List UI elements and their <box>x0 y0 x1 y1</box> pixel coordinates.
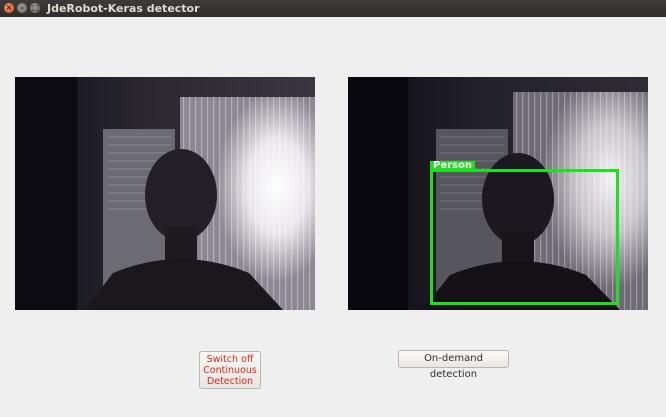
title-bar: × – □ JdeRobot-Keras detector <box>0 0 666 17</box>
switch-off-continuous-detection-button[interactable]: Switch off Continuous Detection <box>199 351 261 389</box>
window-title: JdeRobot-Keras detector <box>47 2 200 15</box>
person-bounding-box <box>430 169 619 305</box>
person-detection-label: Person <box>430 161 475 171</box>
detection-output-image: Person <box>348 77 648 310</box>
camera-scene <box>15 77 315 310</box>
camera-feed-image <box>15 77 315 310</box>
maximize-window-button[interactable]: □ <box>30 3 40 13</box>
minimize-window-button[interactable]: – <box>17 3 27 13</box>
close-window-button[interactable]: × <box>4 3 14 13</box>
on-demand-detection-button[interactable]: On-demand detection <box>398 350 509 380</box>
